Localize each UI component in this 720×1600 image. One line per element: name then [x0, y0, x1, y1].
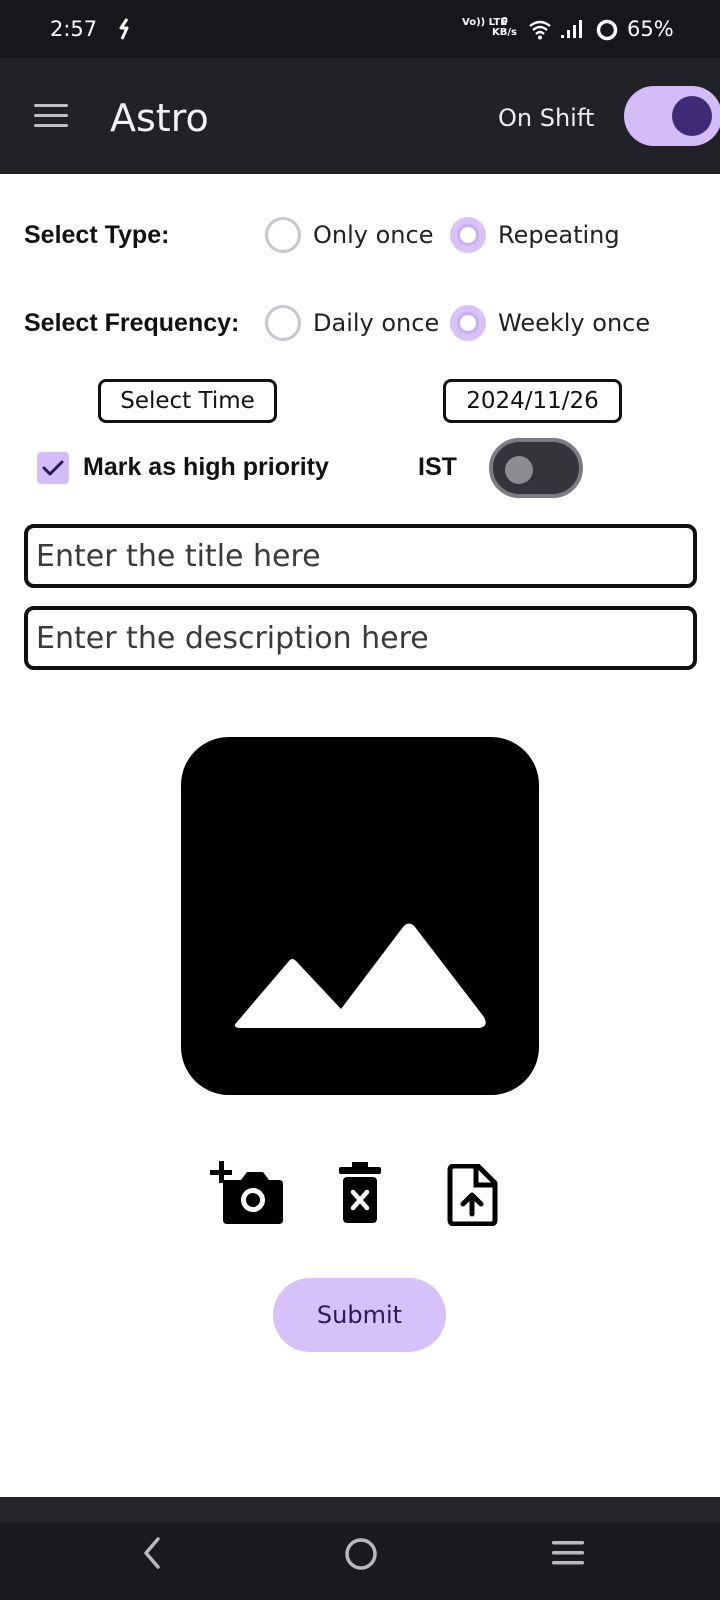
radio-ring [450, 217, 486, 253]
type-label: Select Type: [24, 221, 170, 249]
radio-daily-once[interactable]: Daily once [265, 305, 439, 341]
radio-label: Weekly once [498, 309, 651, 337]
battery-percent: 65% [627, 17, 674, 41]
status-time: 2:57 [50, 17, 98, 41]
recents-icon[interactable] [551, 1539, 585, 1567]
timezone-toggle[interactable] [489, 438, 583, 498]
upload-file-icon[interactable] [446, 1164, 498, 1226]
network-speed: 0 KB/s [492, 16, 517, 38]
status-bar: 2:57 Vo)) LTE 0 KB/s 65% [0, 0, 720, 58]
description-input[interactable] [24, 606, 697, 670]
shift-toggle-knob [672, 96, 712, 136]
signal-icon [561, 20, 582, 38]
home-icon[interactable] [344, 1537, 378, 1571]
radio-weekly-once[interactable]: Weekly once [450, 305, 650, 341]
radio-ring [265, 217, 301, 253]
delete-icon[interactable] [338, 1162, 382, 1224]
shift-toggle[interactable] [624, 86, 720, 146]
back-icon[interactable] [140, 1535, 164, 1571]
priority-checkbox[interactable] [37, 452, 69, 484]
menu-icon[interactable] [34, 104, 68, 128]
shift-label: On Shift [498, 104, 595, 132]
add-photo-icon[interactable] [209, 1160, 285, 1226]
priority-label: Mark as high priority [83, 453, 329, 481]
battery-icon [596, 19, 618, 41]
radio-label: Only once [313, 221, 434, 249]
radio-ring [265, 305, 301, 341]
app-title: Astro [110, 96, 209, 140]
system-nav-bar [0, 1497, 720, 1600]
radio-label: Repeating [498, 221, 620, 249]
select-time-button[interactable]: Select Time [98, 379, 277, 423]
radio-ring [450, 305, 486, 341]
title-input[interactable] [24, 524, 697, 588]
wifi-icon [529, 20, 551, 40]
radio-label: Daily once [313, 309, 440, 337]
notification-icon [119, 18, 129, 40]
image-placeholder-icon [181, 737, 539, 1095]
timezone-toggle-knob [505, 456, 533, 484]
radio-repeating[interactable]: Repeating [450, 217, 620, 253]
frequency-label: Select Frequency: [24, 309, 240, 337]
submit-button[interactable]: Submit [273, 1278, 446, 1352]
radio-only-once[interactable]: Only once [265, 217, 433, 253]
nav-divider [0, 1497, 720, 1523]
app-bar: Astro On Shift [0, 58, 720, 174]
timezone-label: IST [418, 453, 457, 481]
check-icon [42, 460, 64, 476]
date-button[interactable]: 2024/11/26 [443, 379, 622, 423]
